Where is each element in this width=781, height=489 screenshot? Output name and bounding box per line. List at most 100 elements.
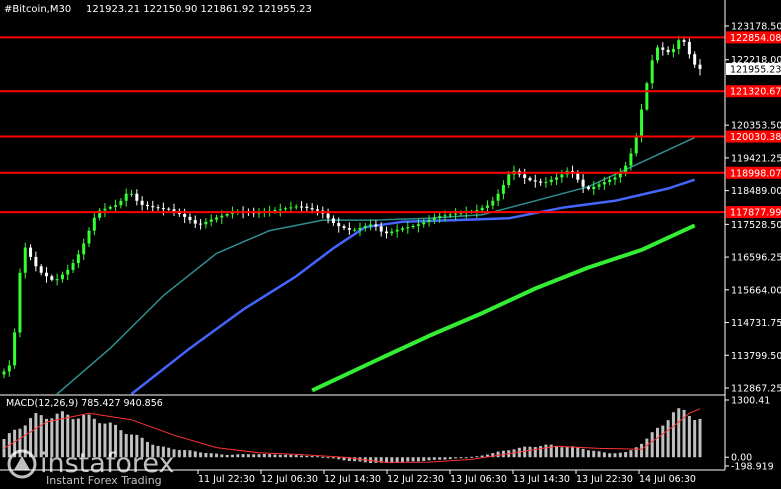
candle-body[interactable] xyxy=(544,182,548,184)
candle-body[interactable] xyxy=(310,208,314,210)
candle-body[interactable] xyxy=(29,247,33,257)
candle-body[interactable] xyxy=(443,215,447,217)
candle-body[interactable] xyxy=(337,223,341,227)
candle-body[interactable] xyxy=(151,206,155,208)
candle-body[interactable] xyxy=(400,228,404,230)
candle-body[interactable] xyxy=(395,229,399,232)
candle-body[interactable] xyxy=(156,207,160,209)
candle-body[interactable] xyxy=(687,41,691,55)
candle-body[interactable] xyxy=(533,180,537,182)
candle-body[interactable] xyxy=(385,231,389,234)
candle-body[interactable] xyxy=(448,214,452,216)
candle-body[interactable] xyxy=(140,200,144,205)
candle-body[interactable] xyxy=(71,263,75,270)
candle-body[interactable] xyxy=(698,64,702,69)
candle-body[interactable] xyxy=(374,224,378,227)
candle-body[interactable] xyxy=(273,209,277,211)
candle-body[interactable] xyxy=(586,186,590,190)
candle-body[interactable] xyxy=(55,279,59,281)
candle-body[interactable] xyxy=(188,216,192,221)
candle-body[interactable] xyxy=(347,227,351,230)
candle-body[interactable] xyxy=(220,215,224,218)
candle-body[interactable] xyxy=(592,186,596,190)
candle-body[interactable] xyxy=(278,209,282,211)
candle-body[interactable] xyxy=(60,274,64,280)
candle-body[interactable] xyxy=(411,225,415,228)
candle-body[interactable] xyxy=(183,213,187,217)
candle-body[interactable] xyxy=(581,179,585,187)
candle-body[interactable] xyxy=(491,200,495,206)
candle-body[interactable] xyxy=(108,206,112,209)
candle-body[interactable] xyxy=(225,213,229,216)
candle-body[interactable] xyxy=(666,49,670,53)
candle-body[interactable] xyxy=(50,276,54,280)
candle-body[interactable] xyxy=(353,229,357,231)
candle-body[interactable] xyxy=(406,227,410,229)
candle-body[interactable] xyxy=(682,40,686,42)
candle-body[interactable] xyxy=(645,83,649,110)
candle-body[interactable] xyxy=(528,177,532,181)
candle-body[interactable] xyxy=(496,193,500,201)
candle-body[interactable] xyxy=(629,153,633,166)
candle-body[interactable] xyxy=(358,227,362,230)
candle-body[interactable] xyxy=(284,208,288,210)
candle-body[interactable] xyxy=(539,181,543,183)
candle-body[interactable] xyxy=(135,193,139,201)
candle-body[interactable] xyxy=(507,174,511,185)
trading-chart[interactable]: 123178.50122218.00120353.50119421.251184… xyxy=(0,0,781,489)
candle-body[interactable] xyxy=(204,221,208,225)
candle-body[interactable] xyxy=(480,207,484,211)
candle-body[interactable] xyxy=(124,193,128,201)
candle-body[interactable] xyxy=(294,206,298,208)
candle-body[interactable] xyxy=(485,205,489,208)
candle-body[interactable] xyxy=(624,165,628,173)
candle-body[interactable] xyxy=(677,40,681,49)
candle-body[interactable] xyxy=(39,266,43,273)
candle-body[interactable] xyxy=(650,60,654,84)
candle-body[interactable] xyxy=(555,177,559,180)
candle-body[interactable] xyxy=(416,224,420,226)
candle-body[interactable] xyxy=(92,217,96,231)
candle-body[interactable] xyxy=(87,230,91,244)
candle-body[interactable] xyxy=(331,218,335,224)
candle-body[interactable] xyxy=(145,204,149,207)
candle-body[interactable] xyxy=(501,184,505,194)
candle-body[interactable] xyxy=(427,219,431,223)
candle-body[interactable] xyxy=(602,182,606,185)
candle-body[interactable] xyxy=(18,272,22,333)
candle-body[interactable] xyxy=(167,208,171,210)
candle-body[interactable] xyxy=(130,193,134,195)
candle-body[interactable] xyxy=(7,365,11,372)
candle-body[interactable] xyxy=(523,174,527,178)
candle-body[interactable] xyxy=(671,48,675,53)
candle-body[interactable] xyxy=(432,217,436,220)
candle-body[interactable] xyxy=(161,208,165,210)
candle-body[interactable] xyxy=(13,332,17,366)
candle-body[interactable] xyxy=(390,231,394,234)
candle-body[interactable] xyxy=(76,254,80,264)
candle-body[interactable] xyxy=(34,256,38,267)
candle-body[interactable] xyxy=(315,209,319,211)
candle-body[interactable] xyxy=(45,272,49,277)
candle-body[interactable] xyxy=(549,179,553,183)
candle-body[interactable] xyxy=(560,174,564,178)
candle-body[interactable] xyxy=(289,207,293,209)
candle-body[interactable] xyxy=(379,226,383,232)
candle-body[interactable] xyxy=(82,243,86,255)
candle-body[interactable] xyxy=(119,200,123,206)
candle-body[interactable] xyxy=(342,226,346,228)
candle-body[interactable] xyxy=(199,223,203,225)
candle-body[interactable] xyxy=(300,206,304,208)
candle-body[interactable] xyxy=(363,226,367,228)
candle-body[interactable] xyxy=(438,216,442,218)
candle-body[interactable] xyxy=(114,205,118,207)
candle-body[interactable] xyxy=(640,109,644,136)
candle-body[interactable] xyxy=(103,208,107,211)
candle-body[interactable] xyxy=(326,213,330,219)
candle-body[interactable] xyxy=(693,54,697,65)
candle-body[interactable] xyxy=(634,135,638,154)
candle-body[interactable] xyxy=(597,184,601,187)
candle-body[interactable] xyxy=(422,222,426,225)
candle-body[interactable] xyxy=(369,224,373,227)
candle-body[interactable] xyxy=(305,206,309,209)
